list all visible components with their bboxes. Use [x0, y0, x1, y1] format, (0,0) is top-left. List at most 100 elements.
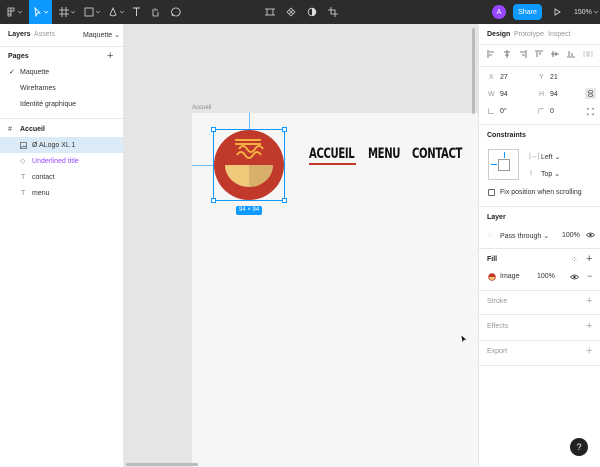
vertical-scrollbar[interactable] — [472, 28, 475, 114]
constraint-top-line — [504, 152, 505, 158]
layer-underlined-title[interactable]: ◇ Underlined title — [0, 153, 123, 169]
constraints-heading: Constraints — [487, 132, 526, 139]
tab-layers[interactable]: Layers — [8, 31, 31, 38]
resize-frame-icon — [265, 8, 275, 16]
add-stroke-icon[interactable]: + — [586, 295, 592, 307]
chevron-down-icon — [96, 10, 100, 13]
frame-tool-button[interactable] — [56, 0, 78, 24]
zoom-dropdown[interactable]: 150% — [574, 0, 598, 24]
blend-mode-select[interactable]: Pass through ⌄ — [500, 232, 549, 240]
hand-tool-button[interactable] — [148, 0, 162, 24]
fix-position-checkbox[interactable] — [488, 189, 495, 196]
page-item-label: Identité graphique — [20, 100, 77, 108]
layer-opacity-input[interactable]: 100% — [562, 232, 580, 239]
divider — [479, 248, 600, 249]
export-heading: Export — [487, 348, 508, 355]
chevron-down-icon — [71, 10, 75, 13]
fill-opacity-input[interactable]: 100% — [537, 273, 555, 280]
nav-accueil[interactable]: ACCUEIL — [309, 146, 355, 162]
width-input[interactable]: 94 — [500, 91, 508, 98]
align-bottom-icon[interactable] — [567, 50, 575, 58]
contrast-icon — [307, 7, 317, 17]
add-export-icon[interactable]: + — [586, 345, 592, 357]
divider — [479, 66, 600, 67]
horizontal-constraint-select[interactable]: Left ⌄ — [541, 153, 561, 161]
add-effect-icon[interactable]: + — [586, 320, 592, 332]
horizontal-scrollbar[interactable] — [126, 463, 198, 466]
add-fill-icon[interactable]: + — [586, 253, 592, 265]
resize-handle[interactable] — [211, 198, 216, 203]
image-layer-icon — [20, 141, 27, 149]
resize-handle[interactable] — [282, 198, 287, 203]
main-menu-button[interactable] — [4, 0, 24, 24]
independent-corners-icon[interactable] — [587, 108, 594, 115]
share-button[interactable]: Share — [513, 4, 542, 20]
align-horizontal-center-icon[interactable] — [503, 50, 511, 58]
corner-radius-input[interactable]: 0 — [550, 108, 554, 115]
layer-frame-accueil[interactable]: # Accueil — [0, 121, 123, 137]
fill-type[interactable]: Image — [500, 273, 519, 280]
height-input[interactable]: 94 — [550, 91, 558, 98]
help-button[interactable]: ? — [570, 438, 588, 456]
horizontal-constraint-value: Left — [541, 154, 553, 161]
align-vertical-center-icon[interactable] — [551, 50, 559, 58]
fix-position-label: Fix position when scrolling — [500, 189, 582, 196]
zoom-level: 150% — [574, 8, 592, 16]
layers-panel: Layers Assets Maquette ⌄ Pages + ✓ Maque… — [0, 24, 124, 467]
divider — [479, 290, 600, 291]
layer-menu[interactable]: T menu — [0, 185, 123, 201]
tab-prototype[interactable]: Prototype — [514, 31, 544, 38]
shape-tool-button[interactable] — [81, 0, 103, 24]
tab-design[interactable]: Design — [487, 31, 510, 38]
component-tool-button[interactable] — [263, 0, 277, 24]
comment-tool-button[interactable] — [169, 0, 183, 24]
layer-label: Ø ALogo XL 1 — [32, 141, 76, 149]
tab-assets[interactable]: Assets — [34, 31, 55, 38]
hand-icon — [152, 8, 159, 17]
page-item-identite[interactable]: Identité graphique — [0, 96, 123, 112]
align-left-icon[interactable] — [487, 50, 495, 58]
divider — [479, 365, 600, 366]
resize-handle[interactable] — [282, 127, 287, 132]
image-fill-swatch[interactable] — [488, 273, 496, 281]
resize-handle[interactable] — [211, 127, 216, 132]
page-item-maquette[interactable]: ✓ Maquette — [0, 64, 123, 80]
page-selector[interactable]: Maquette ⌄ — [83, 31, 120, 39]
eye-icon[interactable] — [570, 274, 579, 280]
align-right-icon[interactable] — [519, 50, 527, 58]
crop-button[interactable] — [326, 0, 340, 24]
pen-tool-button[interactable] — [105, 0, 127, 24]
tab-inspect[interactable]: Inspect — [548, 31, 571, 38]
x-input[interactable]: 27 — [500, 74, 508, 81]
play-icon — [554, 8, 561, 16]
present-button[interactable] — [551, 0, 563, 24]
canvas[interactable]: Accueil 94 × 94 ACCUEIL MENU CONTACT — [124, 24, 478, 467]
layer-logo[interactable]: Ø ALogo XL 1 — [0, 137, 123, 153]
divider — [0, 118, 123, 119]
remove-fill-icon[interactable]: − — [587, 271, 592, 281]
distribute-icon[interactable] — [583, 50, 593, 58]
selection-box[interactable] — [211, 127, 287, 203]
move-tool-button[interactable] — [29, 0, 52, 24]
nav-contact[interactable]: CONTACT — [412, 146, 462, 162]
constrain-proportions-button[interactable] — [585, 88, 596, 99]
layer-contact[interactable]: T contact — [0, 169, 123, 185]
vertical-constraint-select[interactable]: Top ⌄ — [541, 170, 560, 178]
eye-icon[interactable] — [586, 232, 595, 238]
styles-grid-icon[interactable]: ⁘ — [571, 255, 578, 264]
mask-button[interactable] — [305, 0, 319, 24]
page-item-wireframes[interactable]: Wireframes — [0, 80, 123, 96]
constraint-widget[interactable] — [488, 149, 519, 180]
y-input[interactable]: 21 — [550, 74, 558, 81]
avatar[interactable]: A — [492, 5, 506, 19]
nav-menu[interactable]: MENU — [368, 146, 400, 162]
text-tool-button[interactable] — [129, 0, 143, 24]
rotation-input[interactable]: 0° — [500, 108, 507, 115]
create-component-button[interactable] — [284, 0, 298, 24]
add-page-icon[interactable]: + — [107, 50, 113, 62]
align-top-icon[interactable] — [535, 50, 543, 58]
pen-icon — [109, 7, 117, 17]
page-item-label: Wireframes — [20, 84, 56, 92]
frame-label[interactable]: Accueil — [192, 105, 211, 111]
divider — [479, 124, 600, 125]
